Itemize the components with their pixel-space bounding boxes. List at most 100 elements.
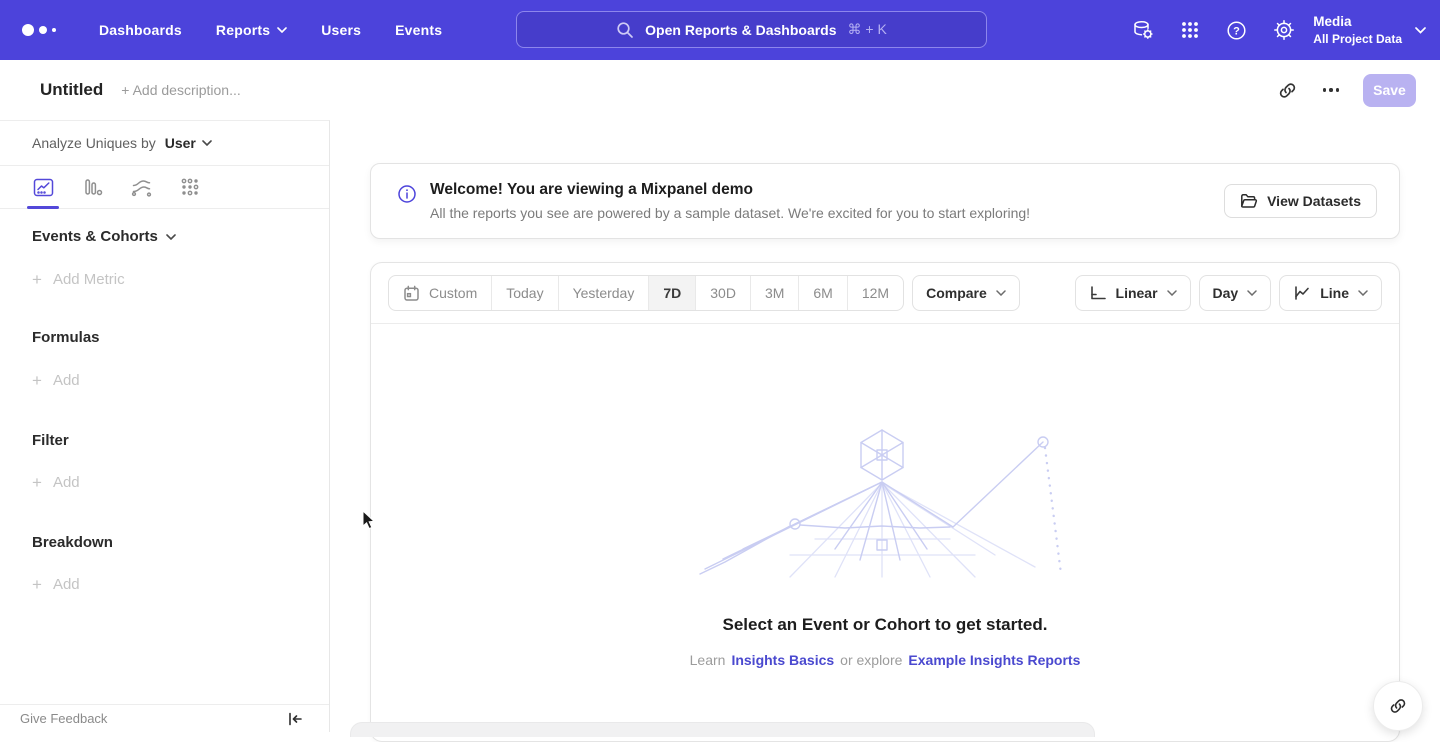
query-builder-sidebar: Analyze Uniques by User	[0, 120, 330, 732]
nav-dashboards[interactable]: Dashboards	[82, 0, 199, 60]
nav-reports-label: Reports	[216, 22, 270, 38]
global-search-input[interactable]: Open Reports & Dashboards ⌘ + K	[516, 11, 987, 48]
search-placeholder: Open Reports & Dashboards	[645, 22, 836, 38]
chevron-down-icon	[277, 27, 287, 33]
add-breakdown-label: Add	[53, 576, 80, 593]
range-yesterday[interactable]: Yesterday	[558, 276, 649, 310]
project-scope: All Project Data	[1313, 33, 1402, 45]
add-metric-button[interactable]: + Add Metric	[32, 271, 329, 288]
empty-state-subtitle: Learn Insights Basics or explore Example In…	[371, 652, 1399, 668]
add-formula-label: Add	[53, 372, 80, 389]
nav-right-cluster: ? Media All Project Data	[1119, 0, 1426, 60]
insights-basics-link[interactable]: Insights Basics	[731, 652, 834, 668]
primary-nav: Dashboards Reports Users Events	[82, 0, 459, 60]
banner-subtitle: All the reports you see are powered by a…	[430, 205, 1030, 221]
filter-label: Filter	[32, 432, 69, 449]
breakdown-label: Breakdown	[32, 534, 113, 551]
report-actions: Save	[1269, 72, 1440, 108]
folder-icon	[1240, 193, 1258, 209]
compare-dropdown[interactable]: Compare	[912, 275, 1020, 311]
range-today[interactable]: Today	[491, 276, 557, 310]
events-cohorts-label: Events & Cohorts	[32, 228, 158, 245]
banner-text: Welcome! You are viewing a Mixpanel demo…	[430, 181, 1030, 221]
more-options-icon[interactable]	[1313, 72, 1349, 108]
tab-bar-chart[interactable]	[79, 166, 105, 208]
logo-dot	[22, 24, 34, 36]
banner-title: Welcome! You are viewing a Mixpanel demo	[430, 181, 1030, 199]
chart-type-label: Line	[1320, 285, 1349, 301]
mixpanel-logo[interactable]	[22, 24, 56, 36]
events-cohorts-section[interactable]: Events & Cohorts	[32, 228, 329, 245]
tab-retention-grid[interactable]	[177, 166, 203, 208]
view-datasets-label: View Datasets	[1267, 193, 1361, 209]
add-formula-button[interactable]: + Add	[32, 372, 329, 389]
formulas-section: Formulas	[32, 329, 329, 346]
range-6m[interactable]: 6M	[798, 276, 846, 310]
nav-users[interactable]: Users	[304, 0, 378, 60]
project-switcher[interactable]: Media All Project Data	[1313, 15, 1426, 45]
scale-label: Linear	[1116, 285, 1158, 301]
save-button[interactable]: Save	[1363, 74, 1416, 107]
logo-dot	[39, 26, 47, 34]
range-30d[interactable]: 30D	[695, 276, 750, 310]
visualization-tabs	[0, 166, 329, 209]
add-breakdown-button[interactable]: + Add	[32, 576, 329, 593]
plus-icon: +	[32, 271, 42, 288]
top-nav: Dashboards Reports Users Events Open Rep…	[0, 0, 1440, 60]
add-filter-button[interactable]: + Add	[32, 474, 329, 491]
data-management-icon[interactable]	[1119, 0, 1166, 60]
analyze-by-value: User	[165, 135, 196, 151]
chevron-down-icon	[1415, 27, 1426, 34]
view-datasets-button[interactable]: View Datasets	[1224, 184, 1377, 218]
floating-copy-link-button[interactable]	[1373, 681, 1423, 731]
interval-label: Day	[1213, 285, 1239, 301]
welcome-banner: Welcome! You are viewing a Mixpanel demo…	[370, 163, 1400, 239]
chart-type-dropdown[interactable]: Line	[1279, 275, 1382, 311]
sidebar-sections: Events & Cohorts + Add Metric Formulas +…	[0, 228, 329, 593]
nav-events[interactable]: Events	[378, 0, 459, 60]
middle-text: or explore	[840, 652, 902, 668]
info-icon	[397, 184, 417, 204]
report-title[interactable]: Untitled	[40, 80, 103, 100]
gear-icon[interactable]	[1260, 0, 1307, 60]
chevron-down-icon	[996, 290, 1006, 296]
scale-dropdown[interactable]: Linear	[1075, 275, 1191, 311]
range-7d[interactable]: 7D	[648, 276, 695, 310]
nav-reports[interactable]: Reports	[199, 0, 304, 60]
empty-state: Select an Event or Cohort to get started…	[371, 427, 1399, 668]
collapsed-results-panel[interactable]	[350, 722, 1095, 737]
copy-link-icon[interactable]	[1269, 72, 1305, 108]
learn-prefix: Learn	[690, 652, 726, 668]
date-range-segmented-control: Custom Today Yesterday 7D 30D 3M 6M 12M	[388, 275, 904, 311]
add-description-field[interactable]: + Add description...	[121, 82, 240, 98]
chart-display-controls: Linear Day Line	[1075, 275, 1382, 311]
project-name: Media	[1313, 15, 1402, 29]
filter-section: Filter	[32, 432, 329, 449]
tab-flows[interactable]	[128, 166, 154, 208]
empty-state-illustration	[695, 427, 1075, 579]
analyze-row: Analyze Uniques by User	[0, 121, 329, 166]
give-feedback-link[interactable]: Give Feedback	[20, 711, 107, 726]
tab-line-chart[interactable]	[30, 166, 56, 208]
help-icon[interactable]: ?	[1213, 0, 1260, 60]
calendar-icon	[403, 285, 420, 302]
interval-dropdown[interactable]: Day	[1199, 275, 1272, 311]
example-insights-reports-link[interactable]: Example Insights Reports	[908, 652, 1080, 668]
chevron-down-icon	[1358, 290, 1368, 296]
add-metric-label: Add Metric	[53, 271, 125, 288]
range-custom[interactable]: Custom	[389, 276, 491, 310]
project-meta: Media All Project Data	[1313, 15, 1402, 45]
analyze-by-dropdown[interactable]: User	[165, 135, 212, 151]
collapse-sidebar-icon[interactable]	[287, 711, 303, 727]
apps-grid-icon[interactable]	[1166, 0, 1213, 60]
plus-icon: +	[32, 576, 42, 593]
line-chart-icon	[1293, 285, 1311, 301]
insights-report-card: Custom Today Yesterday 7D 30D 3M 6M 12M …	[370, 262, 1400, 742]
range-12m[interactable]: 12M	[847, 276, 903, 310]
formulas-label: Formulas	[32, 329, 100, 346]
chevron-down-icon	[1167, 290, 1177, 296]
range-3m[interactable]: 3M	[750, 276, 798, 310]
sidebar-footer: Give Feedback	[0, 704, 329, 732]
plus-icon: +	[32, 474, 42, 491]
add-filter-label: Add	[53, 474, 80, 491]
